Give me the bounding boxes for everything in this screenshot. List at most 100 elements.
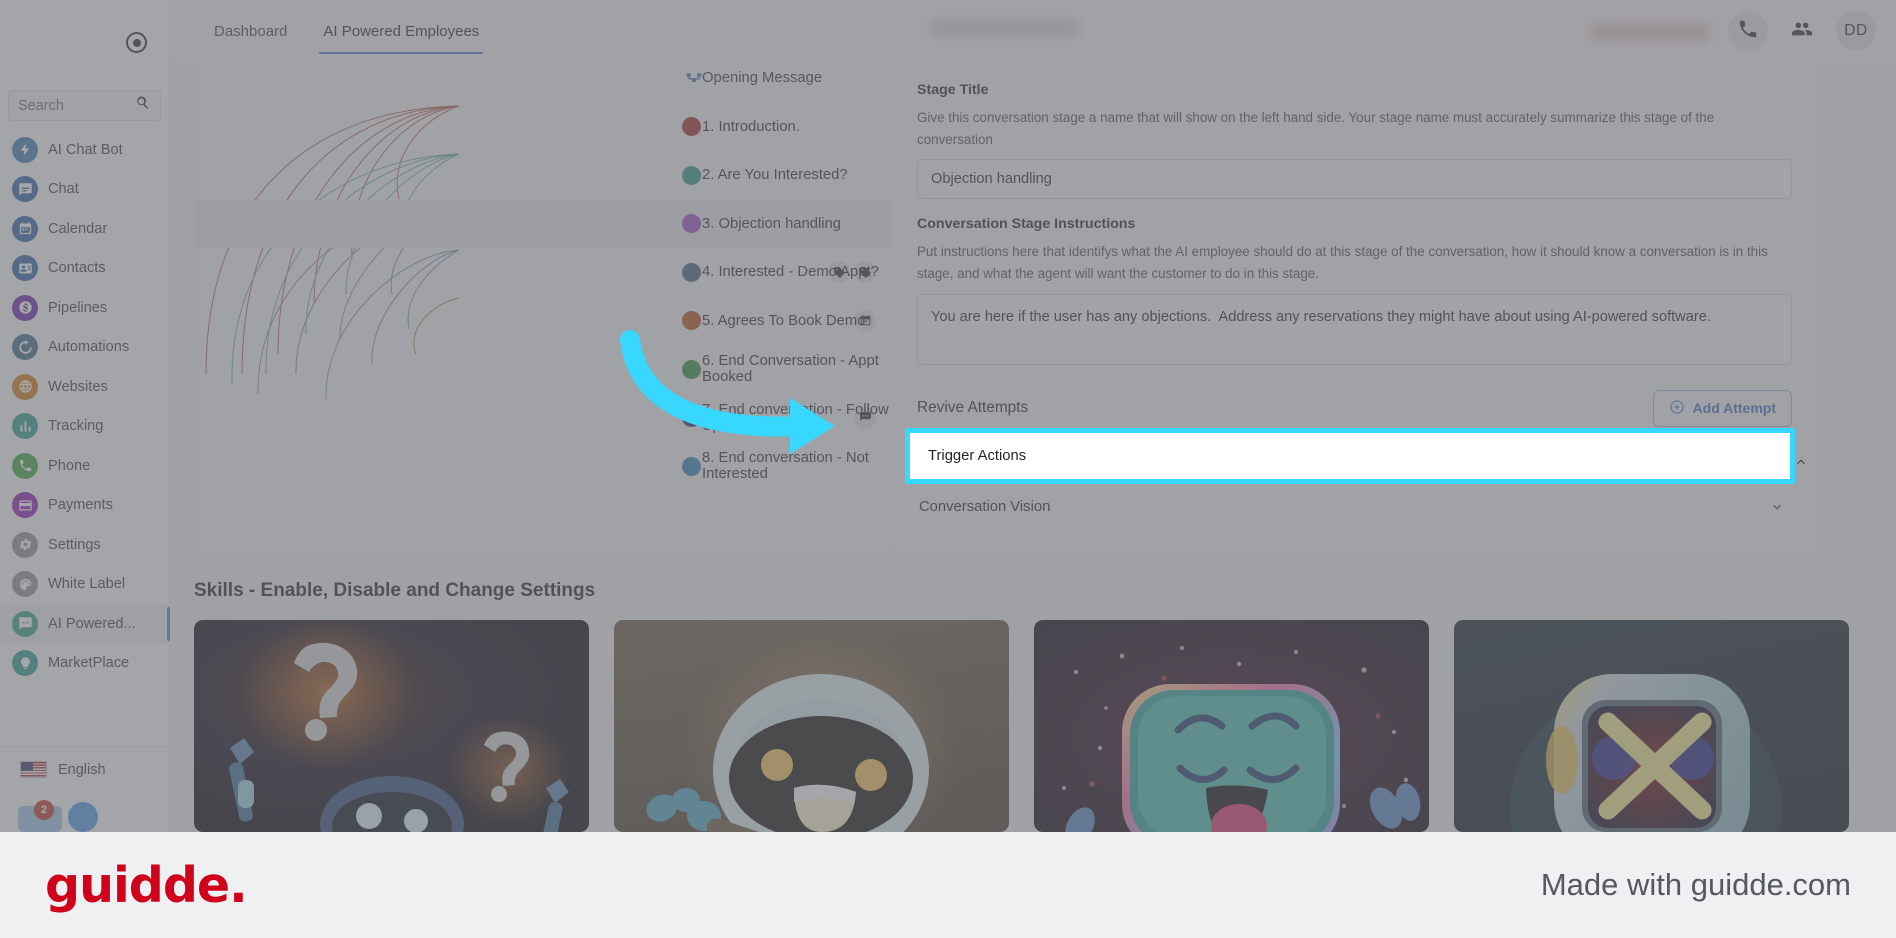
top-bar: Dashboard AI Powered Employees DD: [170, 0, 1896, 62]
skill-card[interactable]: [614, 620, 1009, 832]
guidde-logo: guidde.: [45, 856, 248, 914]
search-icon: [135, 95, 151, 116]
dollar-icon: [12, 294, 38, 321]
annotation-arrow: [620, 330, 835, 454]
sidebar-item-phone[interactable]: Phone: [0, 446, 170, 486]
skill-card[interactable]: [1454, 620, 1849, 832]
sidebar-item-label: AI Powered...: [48, 615, 136, 632]
tab-dashboard[interactable]: Dashboard: [196, 0, 305, 62]
sidebar-item-label: Tracking: [48, 418, 104, 435]
accordion-conversation-vision[interactable]: Conversation Vision: [917, 482, 1792, 531]
sidebar-item-calendar[interactable]: Calendar: [0, 209, 170, 249]
sidebar-item-marketplace[interactable]: MarketPlace: [0, 644, 170, 684]
sidebar-item-label: Payments: [48, 497, 113, 514]
stage-label: 2. Are You Interested?: [702, 167, 848, 184]
stage-row[interactable]: 3. Objection handling: [194, 199, 892, 248]
call-button[interactable]: [1728, 11, 1768, 51]
stage-color-dot: [682, 165, 701, 185]
stage-label: 1. Introduction.: [702, 118, 800, 135]
sidebar-item-label: Calendar: [48, 220, 108, 237]
stage-title-help: Give this conversation stage a name that…: [917, 110, 1715, 147]
sidebar-item-settings[interactable]: Settings: [0, 525, 170, 565]
conversation-vision-label: Conversation Vision: [919, 499, 1051, 515]
record-indicator-icon[interactable]: [126, 32, 147, 53]
bolt-icon: [12, 136, 38, 163]
gear-icon: [12, 531, 38, 558]
made-with-label: Made with guidde.com: [1540, 867, 1851, 902]
sidebar-item-label: AI Chat Bot: [48, 141, 123, 158]
sidebar-item-ai-chat-bot[interactable]: AI Chat Bot: [0, 130, 170, 170]
language-label: English: [58, 761, 106, 778]
sidebar-item-label: Phone: [48, 457, 91, 474]
robot-red-x-art: [1454, 620, 1849, 832]
sidebar-item-label: Chat: [48, 181, 79, 198]
application-viewport: Search AI Chat Bot Chat Calendar Contacts Pi…: [0, 0, 1896, 832]
guidde-footer: guidde. Made with guidde.com: [0, 832, 1896, 938]
robot-happy-tongue-art: [1034, 620, 1429, 832]
team-button[interactable]: [1782, 11, 1822, 51]
sidebar-item-payments[interactable]: Payments: [0, 486, 170, 526]
chevron-down-icon: [1770, 500, 1784, 514]
phone-icon: [1737, 18, 1759, 45]
stage-row-icons: [828, 261, 876, 284]
tab-strip: Dashboard AI Powered Employees: [196, 0, 497, 62]
sidebar-item-label: Websites: [48, 378, 108, 395]
sidebar-nav: AI Chat Bot Chat Calendar Contacts Pipelines…: [0, 130, 170, 683]
gear-flow-icon: [12, 334, 38, 361]
sidebar-item-label: Automations: [48, 339, 130, 356]
card-icon: [12, 492, 38, 519]
flow-start-icon: [684, 68, 704, 88]
ai-chat-icon: [12, 610, 38, 637]
sidebar-item-tracking[interactable]: Tracking: [0, 407, 170, 447]
sidebar: Search AI Chat Bot Chat Calendar Contacts Pi…: [0, 0, 170, 832]
tab-ai-powered-employees[interactable]: AI Powered Employees: [305, 0, 497, 62]
stage-row[interactable]: 1. Introduction.: [194, 103, 892, 152]
stage-instructions-label: Conversation Stage Instructions: [917, 216, 1136, 233]
search-input[interactable]: Search: [8, 90, 161, 121]
sidebar-item-ai-powered[interactable]: AI Powered...: [0, 604, 170, 644]
palette-icon: [12, 571, 38, 598]
top-bar-actions: DD: [1728, 11, 1876, 51]
sidebar-item-pipelines[interactable]: Pipelines: [0, 288, 170, 328]
contact-icon: [12, 255, 38, 282]
tag-icon[interactable]: [828, 261, 850, 284]
stage-label: Opening Message: [702, 70, 823, 87]
skill-card[interactable]: [1034, 620, 1429, 832]
revive-attempts-label: Revive Attempts: [917, 399, 1029, 416]
stage-row[interactable]: 4. Interested - Demo Appt?: [194, 248, 892, 297]
sidebar-item-automations[interactable]: Automations: [0, 328, 170, 368]
stage-instructions-help: Put instructions here that identifys wha…: [917, 244, 1768, 282]
sidebar-item-contacts[interactable]: Contacts: [0, 249, 170, 289]
stage-title-input[interactable]: [917, 159, 1792, 200]
chevron-up-icon: [1794, 455, 1808, 469]
stage-title-label: Stage Title: [917, 82, 989, 98]
trigger-actions-label: Trigger Actions: [928, 448, 1027, 464]
sidebar-item-chat[interactable]: Chat: [0, 170, 170, 210]
sidebar-top: [0, 0, 169, 60]
avatar[interactable]: DD: [1836, 11, 1876, 51]
language-selector[interactable]: English: [0, 746, 170, 792]
add-attempt-label: Add Attempt: [1692, 400, 1776, 416]
tab-label: AI Powered Employees: [323, 22, 480, 40]
plus-circle-icon: [1669, 399, 1685, 418]
stage-color-dot: [682, 117, 701, 137]
highlight-trigger-actions[interactable]: Trigger Actions: [905, 428, 1805, 484]
conversation-stages-card: Opening Message 1. Introduction. 2. Are Yo…: [194, 54, 892, 548]
bars-icon: [12, 413, 38, 440]
tag-icon[interactable]: [854, 261, 876, 284]
sidebar-item-white-label[interactable]: White Label: [0, 565, 170, 605]
add-attempt-button[interactable]: Add Attempt: [1652, 389, 1792, 427]
sidebar-item-websites[interactable]: Websites: [0, 367, 170, 407]
stage-label: 3. Objection handling: [702, 215, 842, 232]
skills-heading: Skills - Enable, Disable and Change Sett…: [194, 580, 596, 601]
phone-icon: [12, 452, 38, 479]
us-flag-icon: [20, 761, 47, 778]
stage-instructions-textarea[interactable]: You are here if the user has any objecti…: [917, 293, 1792, 365]
bulb-icon: [12, 650, 38, 677]
sidebar-item-label: Settings: [48, 536, 101, 553]
stage-row[interactable]: 2. Are You Interested?: [194, 151, 892, 200]
robot-question-marks-art: [194, 620, 589, 832]
skill-card[interactable]: [194, 620, 589, 832]
notification-badge: 2: [34, 800, 54, 820]
calendar-icon: [12, 215, 38, 242]
